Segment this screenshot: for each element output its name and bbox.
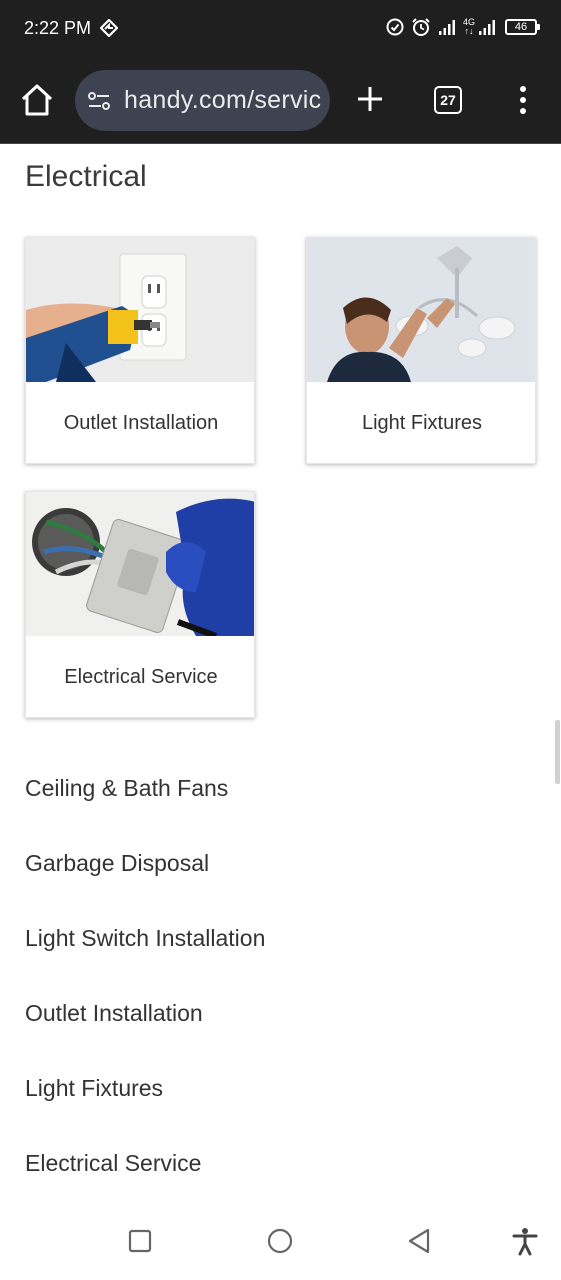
accessibility-icon[interactable] (510, 1226, 540, 1256)
tabs-switcher-button[interactable]: 27 (434, 86, 462, 114)
list-item[interactable]: Electrical Service (25, 1143, 265, 1218)
list-item[interactable]: Light Switch Installation (25, 918, 265, 993)
card-label[interactable]: Outlet Installation (26, 382, 254, 463)
url-text[interactable]: handy.com/servic (124, 86, 321, 115)
home-icon[interactable] (20, 82, 54, 118)
gloved-hand-wiring-outlet-photo (26, 492, 254, 636)
browser-toolbar: handy.com/servic 27 (0, 58, 561, 144)
alarm-icon (412, 18, 430, 36)
drill-on-outlet-photo (26, 238, 254, 382)
service-card-light-fixtures[interactable]: Light Fixtures (306, 237, 536, 464)
network-activity-label: ↑↓ (464, 26, 474, 36)
more-vert-icon[interactable] (516, 84, 530, 116)
home-circle-icon[interactable] (265, 1226, 295, 1256)
list-item[interactable]: Light Fixtures (25, 1068, 265, 1143)
man-installing-light-fixture-photo (307, 238, 535, 382)
site-settings-icon[interactable] (87, 89, 111, 113)
recents-square-icon[interactable] (125, 1226, 155, 1256)
status-icons: 4G ↑↓ 46 (385, 17, 540, 37)
list-item[interactable]: Ceiling & Bath Fans (25, 768, 265, 843)
card-label[interactable]: Light Fixtures (307, 382, 535, 463)
list-item[interactable]: Garbage Disposal (25, 843, 265, 918)
url-bar[interactable]: handy.com/servic (75, 70, 330, 131)
page-scrollbar[interactable] (555, 720, 560, 784)
card-label[interactable]: Electrical Service (26, 636, 254, 717)
signal-icon (438, 20, 455, 35)
system-nav-bar (0, 1208, 561, 1280)
plus-icon[interactable] (355, 84, 385, 114)
do-not-disturb-icon (386, 18, 404, 36)
status-bar: 2:22 PM 4G ↑↓ 46 (0, 0, 561, 58)
service-card-outlet-installation[interactable]: Outlet Installation (25, 237, 255, 464)
list-item[interactable]: Outlet Installation (25, 993, 265, 1068)
back-triangle-icon[interactable] (404, 1226, 434, 1256)
service-card-electrical-service[interactable]: Electrical Service (25, 491, 255, 718)
app-notification-icon (100, 19, 118, 37)
section-title: Electrical (25, 160, 147, 193)
battery-indicator: 46 (505, 19, 540, 35)
network-type-indicator: 4G ↑↓ (463, 18, 475, 36)
status-time: 2:22 PM (24, 18, 92, 38)
service-link-list: Ceiling & Bath Fans Garbage Disposal Lig… (25, 768, 265, 1218)
signal-icon-2 (479, 20, 495, 35)
